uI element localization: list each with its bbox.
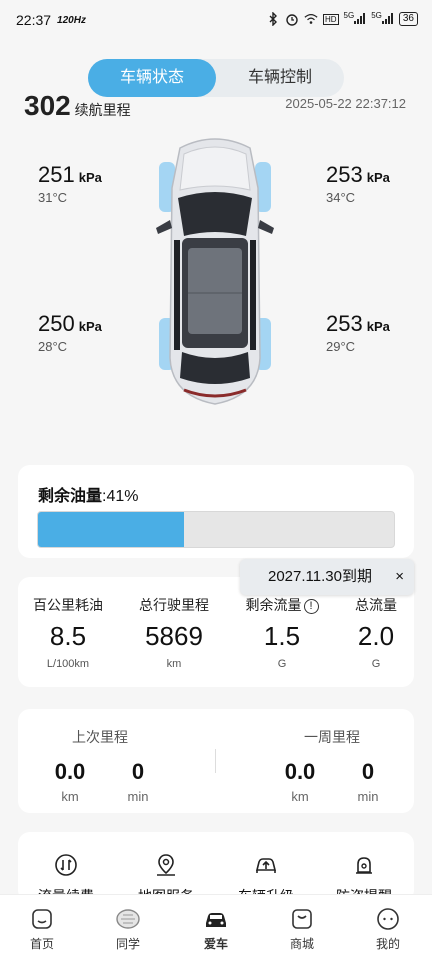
week-trip-distance-unit: km <box>291 789 309 804</box>
fuel-progress-fill <box>38 512 184 547</box>
nav-label: 同学 <box>115 937 140 951</box>
week-trip-time-unit: min <box>357 789 379 804</box>
nav-community[interactable]: 同学 <box>98 907 158 952</box>
stat-total-data: 总流量 2.0 G <box>328 595 424 670</box>
stat-value: 8.5 <box>49 621 87 651</box>
stat-fuel-consumption: 百公里耗油 8.5 L/100km <box>20 595 116 670</box>
tire-pressure: 251 <box>38 162 75 187</box>
fuel-progress-bar <box>37 511 395 548</box>
data-plan-expiry-badge[interactable]: 2027.11.30到期 × <box>240 559 414 595</box>
status-icons: HD 5G 5G 36 <box>266 11 418 27</box>
stat-unit: G <box>371 658 381 670</box>
nav-shop[interactable]: 商城 <box>272 907 332 952</box>
update-timestamp: 2025-05-22 22:37:12 <box>285 96 406 111</box>
last-trip-title: 上次里程 <box>72 729 128 745</box>
home-icon <box>29 907 55 931</box>
data-renew-icon <box>53 852 79 878</box>
last-trip-distance: 0.0 <box>54 759 86 784</box>
profile-icon <box>375 907 401 931</box>
nav-label: 商城 <box>289 937 314 951</box>
nav-profile[interactable]: 我的 <box>358 907 418 952</box>
bluetooth-icon <box>266 12 280 26</box>
range-value: 302 <box>24 90 71 121</box>
fuel-label: 剩余油量:41% <box>38 488 139 505</box>
stat-label: 剩余流量! <box>234 595 330 615</box>
tire-rear-right: 253 kPa 29°C <box>326 311 390 354</box>
nav-label: 首页 <box>29 937 54 951</box>
stat-label: 总流量 <box>355 597 397 613</box>
last-trip-time: 0 <box>131 759 145 784</box>
car-top-view-image <box>150 128 280 410</box>
pressure-unit: kPa <box>366 319 390 334</box>
stat-remaining-data: 剩余流量! 1.5 G <box>234 595 330 670</box>
stat-value: 2.0 <box>357 621 395 651</box>
bottom-navigation: 首页 同学 爱车 商城 我的 <box>0 894 432 960</box>
info-icon[interactable]: ! <box>303 599 319 614</box>
status-bar: 22:37 120Hz HD 5G 5G 36 <box>0 0 432 40</box>
stat-value: 5869 <box>145 621 203 651</box>
tire-front-right: 253 kPa 34°C <box>326 162 390 205</box>
divider <box>215 749 216 773</box>
range-label: 续航里程 <box>74 102 131 118</box>
week-trip-time: 0 <box>361 759 375 784</box>
nav-label: 我的 <box>375 937 400 951</box>
alarm-icon <box>351 852 377 878</box>
shop-icon <box>289 907 315 931</box>
tire-front-left: 251 kPa 31°C <box>38 162 102 205</box>
tire-temperature: 28°C <box>38 339 68 354</box>
range-summary: 302 续航里程 <box>24 90 131 122</box>
stat-unit: L/100km <box>46 658 90 670</box>
week-trip-distance: 0.0 <box>284 759 316 784</box>
services-card: 流量续费 地图服务 车辆升级 防盗提醒 <box>18 832 414 902</box>
close-icon[interactable]: × <box>395 559 404 595</box>
tire-pressure: 253 <box>326 311 363 336</box>
week-trip-title: 一周里程 <box>304 729 360 745</box>
status-time: 22:37 <box>16 12 52 28</box>
map-pin-icon <box>153 852 179 878</box>
nav-my-car[interactable]: 爱车 <box>186 907 246 952</box>
hd-icon: HD <box>322 13 339 25</box>
wifi-icon <box>304 12 318 26</box>
community-icon <box>115 907 141 931</box>
pressure-unit: kPa <box>78 170 102 185</box>
tab-vehicle-control[interactable]: 车辆控制 <box>216 59 344 97</box>
tire-temperature: 31°C <box>38 190 68 205</box>
expiry-text: 2027.11.30到期 <box>268 568 372 585</box>
stat-value: 1.5 <box>263 621 301 651</box>
pressure-unit: kPa <box>366 170 390 185</box>
car-icon <box>203 907 229 931</box>
mileage-card: 上次里程 0.0 km 0 min 一周里程 0.0 km 0 min <box>18 709 414 813</box>
nav-label: 爱车 <box>203 937 228 951</box>
alarm-clock-icon <box>285 12 299 26</box>
last-trip-distance-unit: km <box>61 789 79 804</box>
network-2: 5G <box>371 11 394 27</box>
fuel-card: 剩余油量:41% <box>18 465 414 558</box>
battery-indicator: 36 <box>398 12 418 26</box>
stat-label: 总行驶里程 <box>139 597 209 613</box>
stat-unit: G <box>277 658 287 670</box>
last-trip-time-unit: min <box>127 789 149 804</box>
stat-total-mileage: 总行驶里程 5869 km <box>126 595 222 670</box>
tire-temperature: 29°C <box>326 339 356 354</box>
stat-unit: km <box>166 658 182 670</box>
car-upgrade-icon <box>253 852 279 878</box>
nav-home[interactable]: 首页 <box>12 907 72 952</box>
pressure-unit: kPa <box>78 319 102 334</box>
tire-temperature: 34°C <box>326 190 356 205</box>
network-1: 5G <box>344 11 367 27</box>
tire-rear-left: 250 kPa 28°C <box>38 311 102 354</box>
refresh-rate: 120Hz <box>57 14 86 26</box>
stat-label: 百公里耗油 <box>33 597 103 613</box>
tire-pressure: 253 <box>326 162 363 187</box>
fuel-value: :41% <box>102 488 139 505</box>
tire-pressure: 250 <box>38 311 75 336</box>
